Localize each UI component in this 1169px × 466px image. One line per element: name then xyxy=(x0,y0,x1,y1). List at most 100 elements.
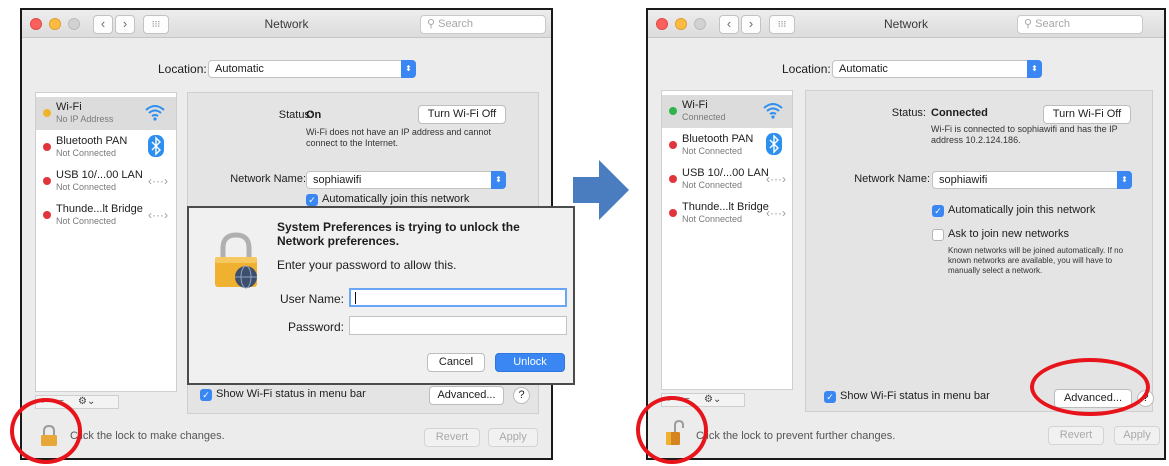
network-name-value: sophiawifi xyxy=(313,174,362,186)
username-input[interactable] xyxy=(349,288,567,307)
username-label: User Name: xyxy=(279,292,344,306)
dialog-title: System Preferences is trying to unlock t… xyxy=(277,220,520,248)
gear-icon[interactable]: ⚙⌄ xyxy=(704,394,721,406)
network-name-value: sophiawifi xyxy=(939,174,988,186)
network-window-unlocked: ‹ › ⁝⁝⁝ Network ⚲ Search Location: Autom… xyxy=(646,8,1166,460)
padlock-globe-icon xyxy=(215,232,257,289)
unlock-button[interactable]: Unlock xyxy=(495,353,565,372)
arrow-right-icon xyxy=(573,160,629,220)
service-status: Not Connected xyxy=(682,214,743,224)
ethernet-icon: ‹···› xyxy=(766,206,786,220)
chevron-updown-icon: ⬍ xyxy=(401,60,416,78)
status-dot xyxy=(669,141,677,149)
ask-join-label: Ask to join new networks xyxy=(948,228,1070,240)
location-select[interactable]: Automatic ⬍ xyxy=(208,60,416,78)
network-name-select[interactable]: sophiawifi ⬍ xyxy=(932,171,1132,189)
turn-wifi-off-button[interactable]: Turn Wi-Fi Off xyxy=(418,105,506,124)
service-name: USB 10/...00 LAN xyxy=(56,169,143,181)
dialog-subtitle: Enter your password to allow this. xyxy=(277,258,457,272)
show-status-label: Show Wi-Fi status in menu bar xyxy=(840,390,990,402)
chevron-updown-icon: ⬍ xyxy=(1117,171,1132,189)
lock-message: Click the lock to make changes. xyxy=(70,430,225,442)
wifi-icon xyxy=(763,103,783,119)
service-item-bluetooth-pan[interactable]: Bluetooth PAN Not Connected xyxy=(662,129,792,162)
chevron-updown-icon: ⬍ xyxy=(491,171,506,189)
service-name: USB 10/...00 LAN xyxy=(682,167,769,179)
search-icon: ⚲ xyxy=(1024,18,1036,30)
gear-icon[interactable]: ⚙⌄ xyxy=(78,396,95,408)
auto-join-label: Automatically join this network xyxy=(322,193,470,205)
unlocked-lock-icon[interactable] xyxy=(665,420,687,446)
lock-icon[interactable] xyxy=(40,425,58,447)
lock-message: Click the lock to prevent further change… xyxy=(696,430,896,442)
remove-service-button[interactable]: − xyxy=(58,396,64,408)
service-status: Not Connected xyxy=(56,182,117,192)
title-bar: ‹ › ⁝⁝⁝ Network ⚲ Search xyxy=(22,10,551,38)
show-status-checkbox[interactable]: ✓ xyxy=(824,391,836,403)
status-dot xyxy=(669,175,677,183)
show-status-checkbox[interactable]: ✓ xyxy=(200,389,212,401)
add-service-button[interactable]: + xyxy=(666,394,672,406)
help-button[interactable]: ? xyxy=(1137,390,1154,407)
wifi-detail-pane: Status: Connected Turn Wi-Fi Off Wi-Fi i… xyxy=(805,90,1154,412)
service-status: No IP Address xyxy=(56,114,114,124)
search-field[interactable]: ⚲ Search xyxy=(420,15,546,34)
text-caret xyxy=(355,292,356,304)
auto-join-checkbox[interactable]: ✓ xyxy=(932,205,944,217)
status-dot xyxy=(43,177,51,185)
service-item-wifi[interactable]: Wi-Fi No IP Address xyxy=(36,97,176,130)
chevron-updown-icon: ⬍ xyxy=(1027,60,1042,78)
password-label: Password: xyxy=(287,320,344,334)
service-item-usb-lan[interactable]: USB 10/...00 LAN Not Connected ‹···› xyxy=(36,165,176,198)
service-item-usb-lan[interactable]: USB 10/...00 LAN Not Connected ‹···› xyxy=(662,163,792,196)
location-select[interactable]: Automatic ⬍ xyxy=(832,60,1042,78)
add-service-button[interactable]: + xyxy=(40,396,46,408)
search-placeholder: Search xyxy=(1035,18,1070,30)
help-button[interactable]: ? xyxy=(513,387,530,404)
status-dot xyxy=(43,109,51,117)
service-name: Thunde...lt Bridge xyxy=(56,203,143,215)
status-value: Connected xyxy=(931,107,988,119)
apply-button[interactable]: Apply xyxy=(488,428,538,447)
location-label: Location: xyxy=(782,62,831,76)
status-dot xyxy=(669,209,677,217)
revert-button[interactable]: Revert xyxy=(1048,426,1104,445)
search-field[interactable]: ⚲ Search xyxy=(1017,15,1143,34)
revert-button[interactable]: Revert xyxy=(424,428,480,447)
status-description: Wi-Fi does not have an IP address and ca… xyxy=(306,127,491,148)
apply-button[interactable]: Apply xyxy=(1114,426,1160,445)
service-name: Wi-Fi xyxy=(56,101,82,113)
service-name: Bluetooth PAN xyxy=(56,135,128,147)
service-toolbar: + − ⚙⌄ xyxy=(35,395,119,409)
cancel-button[interactable]: Cancel xyxy=(427,353,485,372)
wifi-icon xyxy=(145,105,165,121)
status-dot xyxy=(43,143,51,151)
service-item-thunderbolt-bridge[interactable]: Thunde...lt Bridge Not Connected ‹···› xyxy=(36,199,176,232)
service-list: Wi-Fi Connected Bluetooth PAN Not Connec… xyxy=(661,90,793,390)
status-value: On xyxy=(306,109,322,121)
turn-wifi-off-button[interactable]: Turn Wi-Fi Off xyxy=(1043,105,1131,124)
status-dot xyxy=(669,107,677,115)
ask-join-checkbox[interactable] xyxy=(932,229,944,241)
location-value: Automatic xyxy=(215,63,264,75)
network-name-select[interactable]: sophiawifi ⬍ xyxy=(306,171,506,189)
service-toolbar: + − ⚙⌄ xyxy=(661,393,745,407)
service-item-wifi[interactable]: Wi-Fi Connected xyxy=(662,95,792,128)
advanced-button[interactable]: Advanced... xyxy=(429,386,504,405)
password-input[interactable] xyxy=(349,316,567,335)
ethernet-icon: ‹···› xyxy=(148,174,168,188)
status-label: Status: xyxy=(891,107,926,119)
search-icon: ⚲ xyxy=(427,18,439,30)
ethernet-icon: ‹···› xyxy=(148,208,168,222)
auto-join-checkbox[interactable]: ✓ xyxy=(306,194,318,206)
service-item-bluetooth-pan[interactable]: Bluetooth PAN Not Connected xyxy=(36,131,176,164)
service-item-thunderbolt-bridge[interactable]: Thunde...lt Bridge Not Connected ‹···› xyxy=(662,197,792,230)
location-label: Location: xyxy=(158,62,207,76)
service-status: Connected xyxy=(682,112,726,122)
service-name: Wi-Fi xyxy=(682,99,708,111)
service-name: Thunde...lt Bridge xyxy=(682,201,769,213)
status-dot xyxy=(43,211,51,219)
service-list: Wi-Fi No IP Address Bluetooth PAN Not Co… xyxy=(35,92,177,392)
advanced-button[interactable]: Advanced... xyxy=(1054,389,1132,408)
remove-service-button[interactable]: − xyxy=(684,394,690,406)
